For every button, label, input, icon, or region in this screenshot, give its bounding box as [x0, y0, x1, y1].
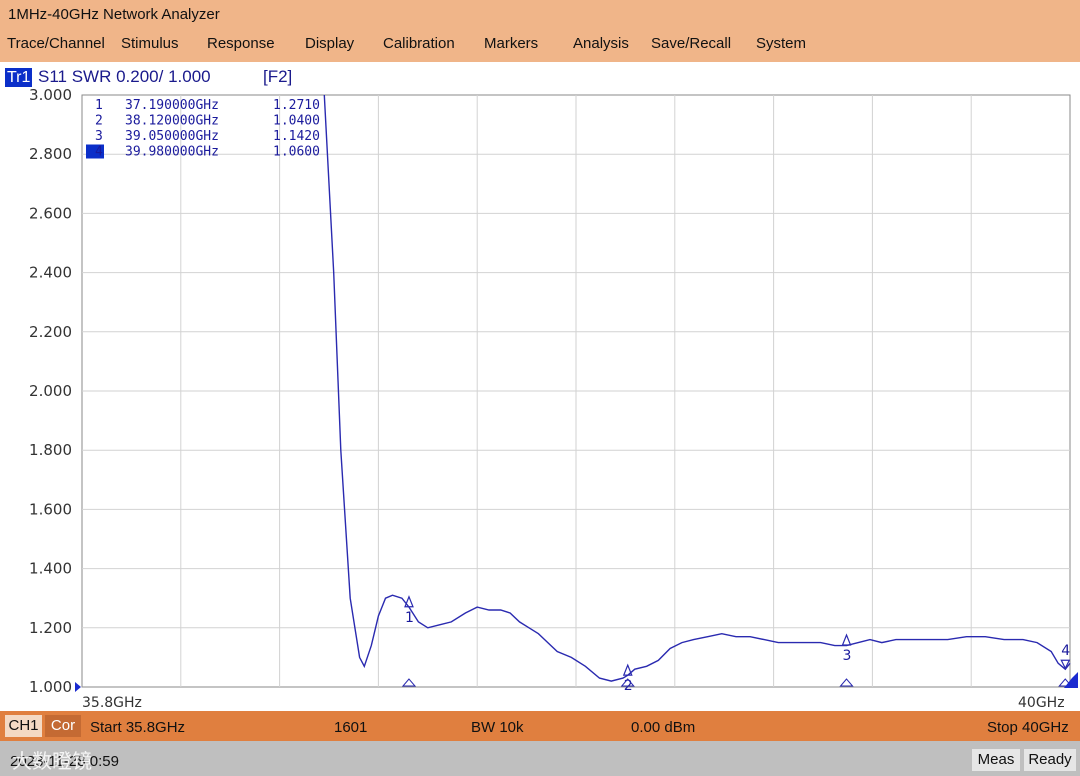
marker-table-frequency: 38.120000GHz	[125, 114, 219, 129]
trace-info-bar: Tr1 S11 SWR 0.200/ 1.000 [F2]	[0, 66, 1080, 88]
stop-frequency[interactable]: Stop 40GHz	[987, 719, 1069, 736]
meas-status: Meas	[972, 749, 1020, 771]
channel-status-bar: CH1 Cor Start 35.8GHz 1601 BW 10k 0.00 d…	[0, 711, 1080, 741]
trace-badge[interactable]: Tr1	[5, 68, 33, 87]
marker-table-number[interactable]: 4	[95, 145, 103, 160]
marker-table-frequency: 37.190000GHz	[125, 98, 219, 113]
swr-chart[interactable]: 3.000 2.800 2.600 2.400 2.200 2.000 1.800 1.600…	[0, 88, 1080, 711]
start-frequency[interactable]: Start 35.8GHz	[90, 719, 185, 736]
left-reference-arrow-icon	[75, 682, 81, 692]
marker-number-label: 4	[1061, 643, 1070, 659]
marker-number-label: 1	[405, 610, 414, 626]
y-tick-label: 2.800	[29, 145, 72, 163]
watermark: 大数瞪镜	[12, 751, 92, 773]
x-start-label: 35.8GHz	[82, 695, 142, 711]
y-tick-label: 2.600	[29, 204, 72, 222]
y-tick-label: 2.400	[29, 264, 72, 282]
y-axis-ticks: 3.000 2.800 2.600 2.400 2.200 2.000 1.800 1.600…	[29, 88, 72, 696]
y-tick-label: 1.000	[29, 678, 72, 696]
trace-window-tag: [F2]	[263, 67, 293, 86]
y-tick-label: 1.600	[29, 500, 72, 518]
menu-calibration[interactable]: Calibration	[383, 35, 455, 52]
source-power[interactable]: 0.00 dBm	[631, 719, 695, 736]
trace-label: S11 SWR 0.200/ 1.000	[38, 67, 211, 86]
marker-table-number[interactable]: 3	[95, 129, 103, 144]
y-tick-label: 1.200	[29, 619, 72, 637]
marker-table-number[interactable]: 1	[95, 98, 103, 113]
y-tick-label: 1.400	[29, 560, 72, 578]
title-bar: 1MHz-40GHz Network Analyzer	[0, 0, 1080, 30]
ready-status: Ready	[1024, 749, 1076, 771]
marker-number-label: 3	[843, 648, 852, 664]
y-tick-label: 3.000	[29, 88, 72, 104]
sweep-points[interactable]: 1601	[334, 719, 367, 736]
marker-table-number[interactable]: 2	[95, 114, 103, 129]
system-status-bar: 2023-11-28 0:59 大数瞪镜 Meas Ready	[0, 741, 1080, 776]
menu-response[interactable]: Response	[207, 35, 275, 52]
x-stop-label: 40GHz	[1018, 695, 1065, 711]
menu-save-recall[interactable]: Save/Recall	[651, 35, 731, 52]
correction-indicator[interactable]: Cor	[45, 715, 81, 737]
menu-bar: Trace/Channel Stimulus Response Display …	[0, 30, 1080, 62]
menu-markers[interactable]: Markers	[484, 35, 538, 52]
window-title: 1MHz-40GHz Network Analyzer	[8, 6, 220, 23]
menu-display[interactable]: Display	[305, 35, 354, 52]
y-tick-label: 2.200	[29, 323, 72, 341]
marker-table-value: 1.0400	[273, 114, 320, 129]
menu-system[interactable]: System	[756, 35, 806, 52]
marker-table-frequency: 39.050000GHz	[125, 129, 219, 144]
marker-table-frequency: 39.980000GHz	[125, 145, 219, 160]
menu-trace-channel[interactable]: Trace/Channel	[7, 35, 105, 52]
marker-table-value: 1.1420	[273, 129, 320, 144]
marker-table-value: 1.2710	[273, 98, 320, 113]
marker-table-value: 1.0600	[273, 145, 320, 160]
x-axis-labels: 35.8GHz 40GHz	[82, 695, 1065, 711]
menu-analysis[interactable]: Analysis	[573, 35, 629, 52]
channel-indicator[interactable]: CH1	[5, 715, 42, 737]
if-bandwidth[interactable]: BW 10k	[471, 719, 524, 736]
y-tick-label: 2.000	[29, 382, 72, 400]
y-tick-label: 1.800	[29, 441, 72, 459]
network-analyzer-window: 1MHz-40GHz Network Analyzer Trace/Channe…	[0, 0, 1080, 776]
menu-stimulus[interactable]: Stimulus	[121, 35, 179, 52]
